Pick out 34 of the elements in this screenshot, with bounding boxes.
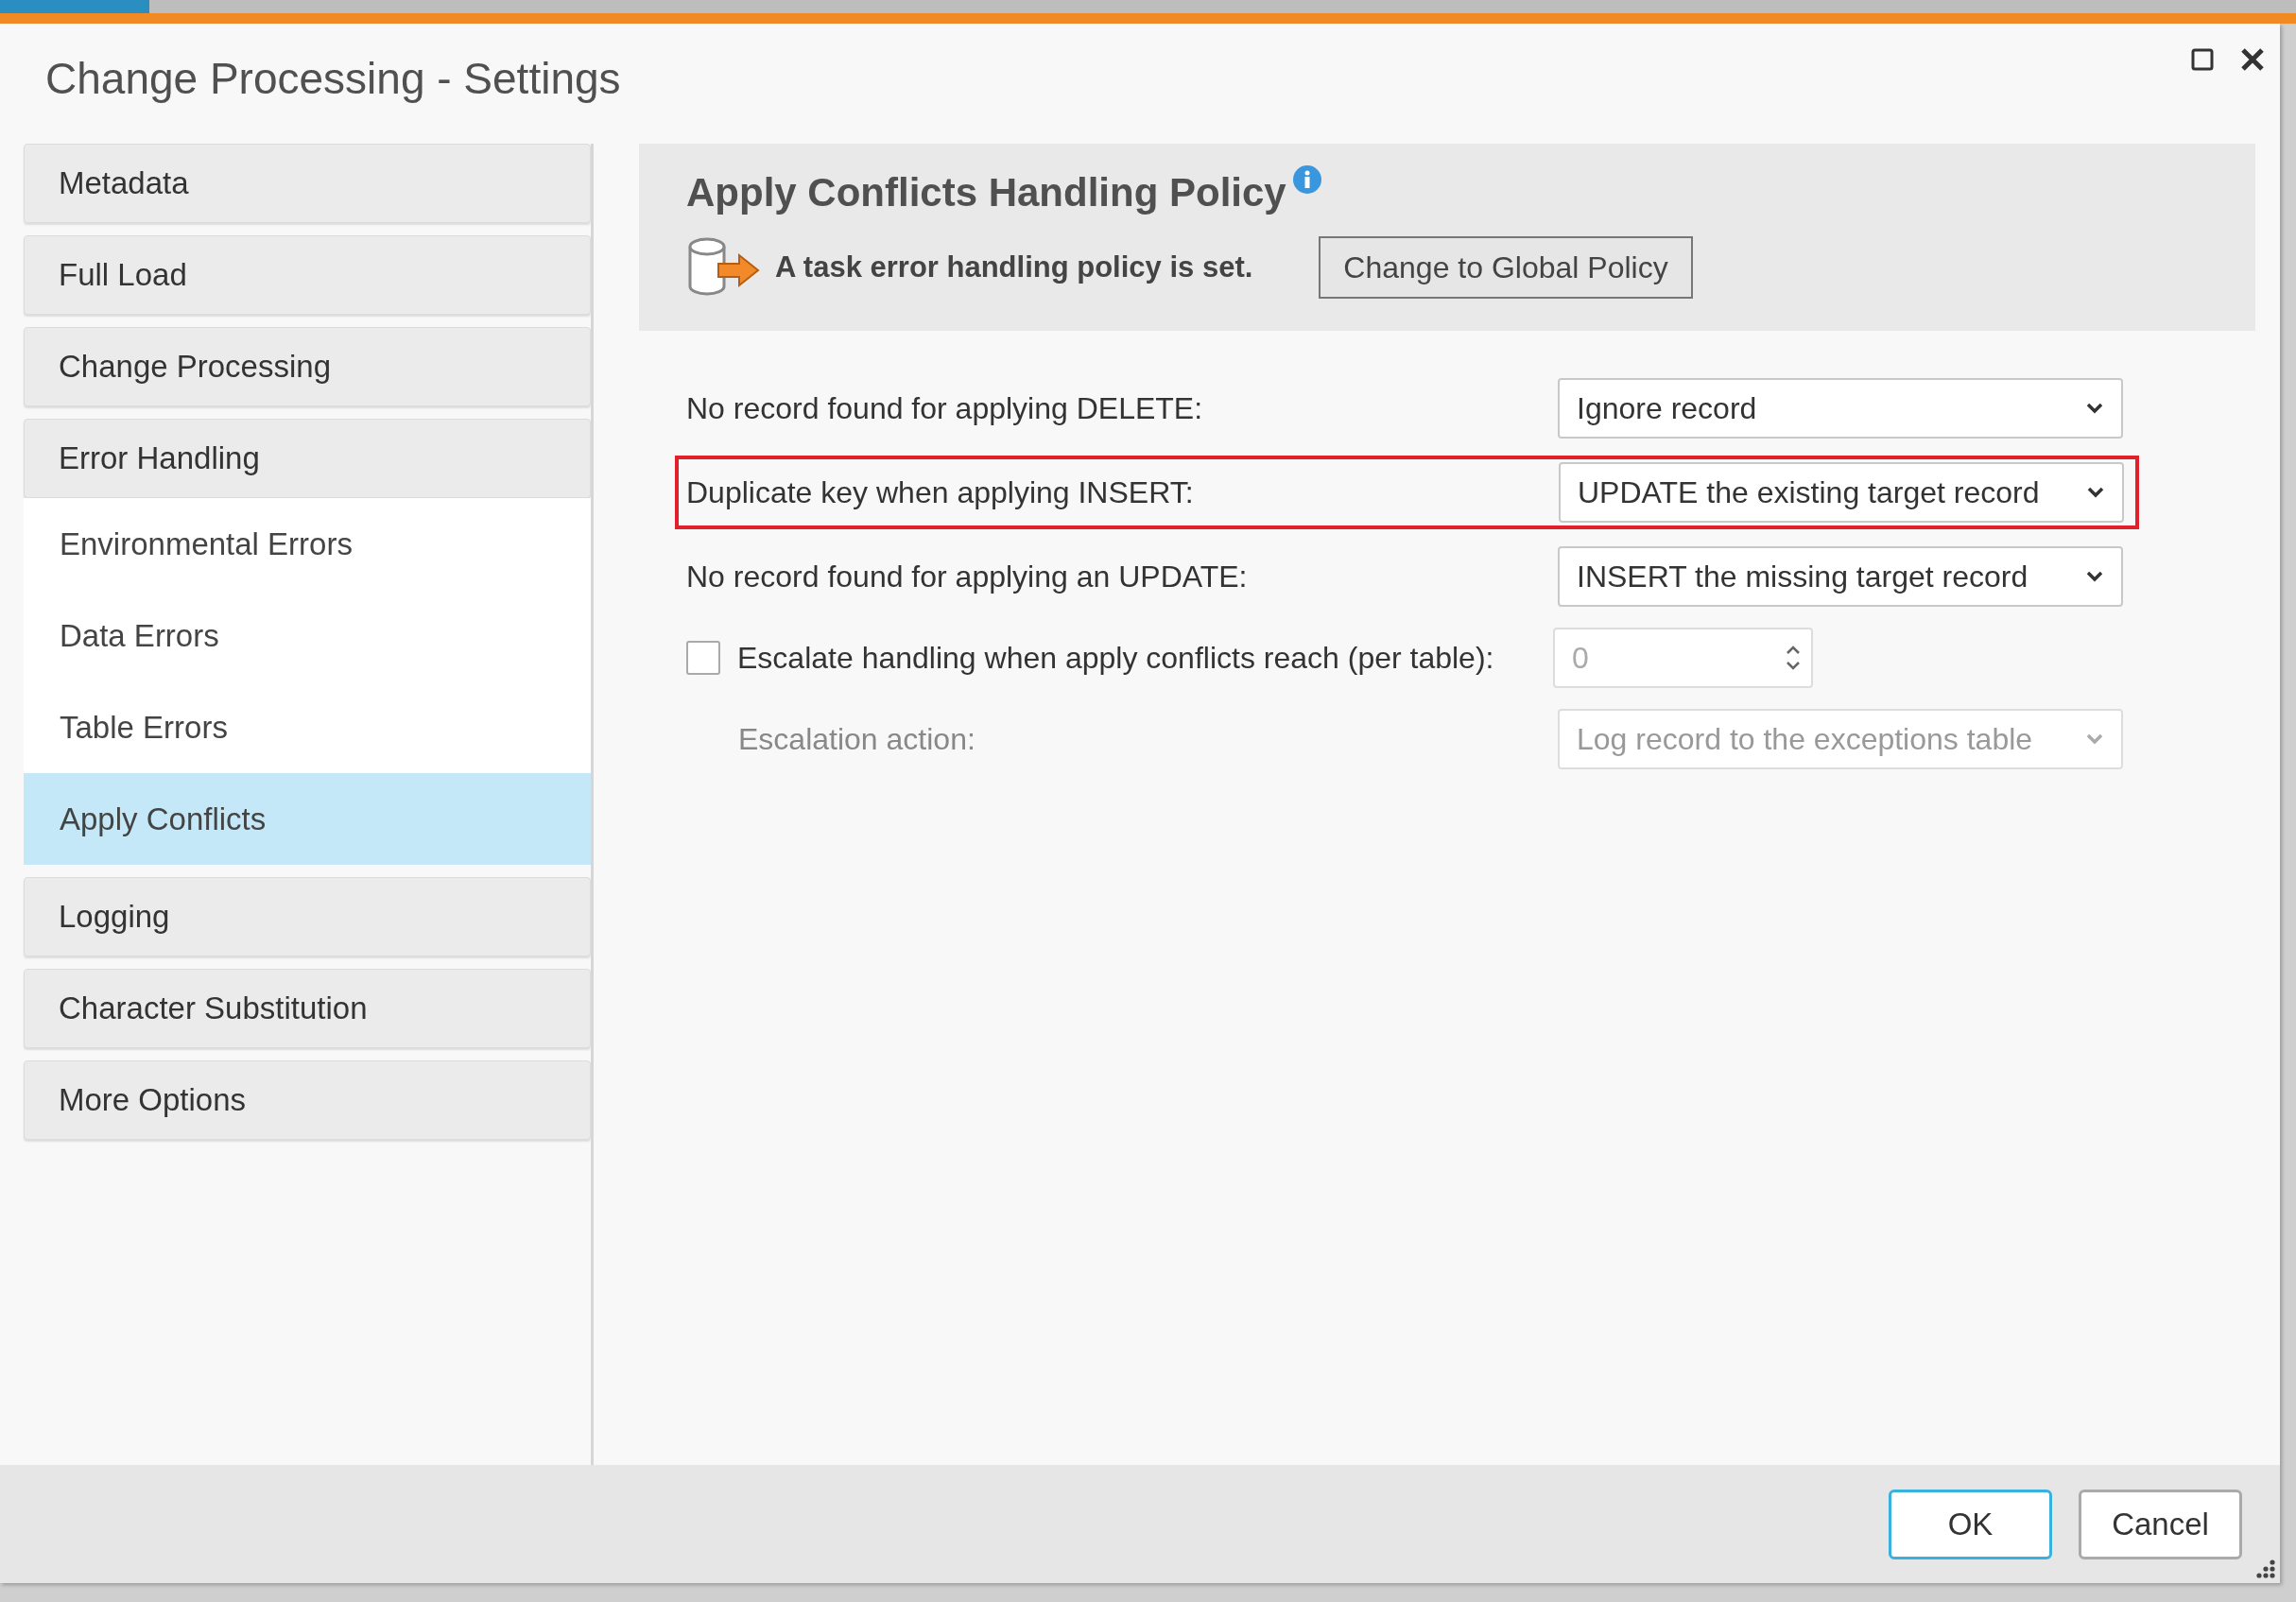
- field-label: Duplicate key when applying INSERT:: [686, 474, 1194, 510]
- sidebar-item[interactable]: Logging: [24, 877, 591, 956]
- chevron-down-icon: [2086, 486, 2105, 499]
- database-arrow-icon: [686, 237, 762, 298]
- sidebar-subitem[interactable]: Data Errors: [24, 590, 591, 681]
- panel-title: Apply Conflicts Handling Policy: [686, 170, 1286, 215]
- info-icon[interactable]: [1291, 164, 1322, 195]
- field-label: Escalation action:: [738, 721, 975, 757]
- chevron-down-icon: [2085, 732, 2104, 746]
- chevron-down-icon: [2085, 570, 2104, 583]
- dropdown[interactable]: INSERT the missing target record: [1558, 546, 2123, 607]
- field-label: Escalate handling when apply conflicts reach (per table):: [737, 640, 1494, 676]
- sidebar-item[interactable]: Error Handling: [24, 419, 591, 498]
- sidebar-subitem[interactable]: Environmental Errors: [24, 498, 591, 590]
- change-to-global-policy-button[interactable]: Change to Global Policy: [1319, 236, 1693, 299]
- window-title: Change Processing - Settings: [45, 52, 621, 104]
- maximize-icon[interactable]: [2191, 48, 2214, 71]
- dropdown[interactable]: UPDATE the existing target record: [1559, 462, 2124, 523]
- chevron-down-icon: [2085, 402, 2104, 415]
- resize-grip-icon[interactable]: [2255, 1559, 2276, 1579]
- policy-notice: A task error handling policy is set.: [775, 250, 1253, 284]
- sidebar-item[interactable]: More Options: [24, 1060, 591, 1140]
- sidebar-item[interactable]: Change Processing: [24, 327, 591, 406]
- sidebar-subitem[interactable]: Table Errors: [24, 681, 591, 773]
- close-icon[interactable]: [2240, 47, 2265, 72]
- sidebar-item[interactable]: Metadata: [24, 144, 591, 223]
- field-label: No record found for applying DELETE:: [686, 390, 1203, 426]
- field-label: No record found for applying an UPDATE:: [686, 559, 1248, 594]
- sidebar-subitem[interactable]: Apply Conflicts: [24, 773, 591, 865]
- dropdown[interactable]: Ignore record: [1558, 378, 2123, 439]
- sidebar-item[interactable]: Character Substitution: [24, 969, 591, 1048]
- dialog-button[interactable]: OK: [1889, 1489, 2052, 1559]
- dialog-button[interactable]: Cancel: [2079, 1489, 2242, 1559]
- sidebar-item[interactable]: Full Load: [24, 235, 591, 315]
